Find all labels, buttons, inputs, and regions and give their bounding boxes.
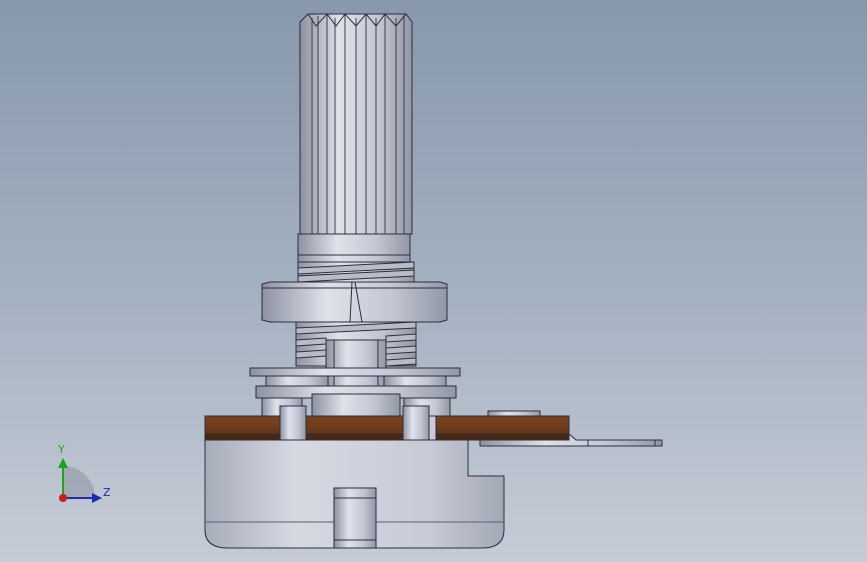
x-axis-dot bbox=[59, 494, 67, 502]
hex-nut[interactable] bbox=[261, 281, 448, 323]
axis-z-label: Z bbox=[103, 486, 111, 499]
graphics-viewport[interactable]: Y Z bbox=[0, 0, 867, 562]
coordinate-triad bbox=[58, 458, 102, 503]
shaft-collar[interactable] bbox=[297, 233, 411, 263]
metal-housing[interactable] bbox=[204, 439, 505, 549]
axis-y-label: Y bbox=[58, 443, 65, 456]
knurled-shaft[interactable] bbox=[299, 13, 413, 235]
potentiometer-model[interactable] bbox=[0, 0, 867, 562]
threaded-bushing[interactable] bbox=[297, 261, 415, 285]
triad-arc bbox=[63, 466, 95, 498]
